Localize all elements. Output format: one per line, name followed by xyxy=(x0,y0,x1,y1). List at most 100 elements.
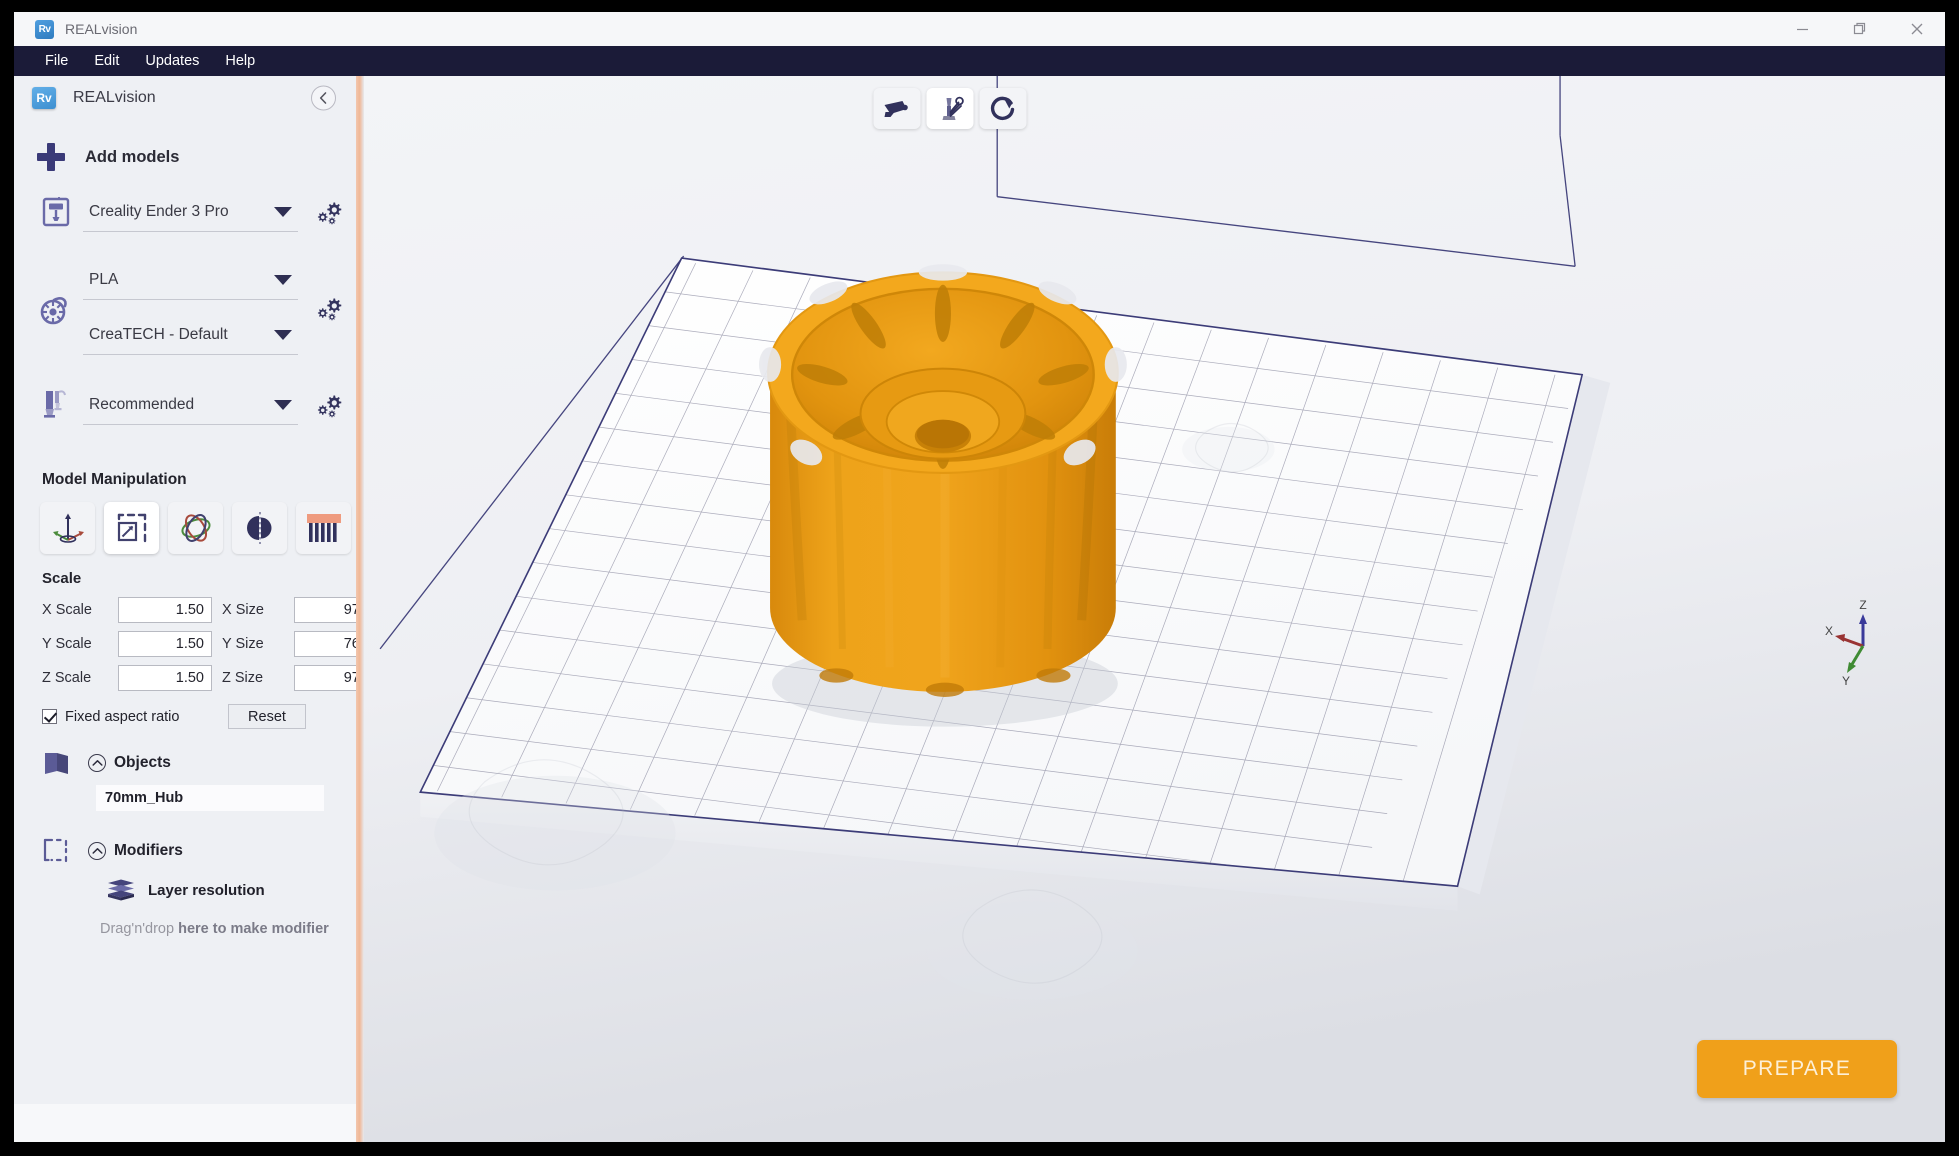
modifiers-title: Modifiers xyxy=(114,842,183,859)
scale-section-title: Scale xyxy=(42,570,82,587)
mirror-tool-button[interactable] xyxy=(232,502,287,554)
z-scale-input[interactable]: 1.50 xyxy=(118,665,212,691)
window-controls xyxy=(1774,12,1945,46)
viewport-toolbar xyxy=(873,88,1026,129)
sidebar-logo-badge: Rv xyxy=(32,87,56,109)
refresh-icon xyxy=(990,96,1015,120)
dropzone-prefix: Drag'n'drop xyxy=(100,921,179,937)
support-bars-icon xyxy=(306,514,341,542)
prepare-button[interactable]: PREPARE xyxy=(1697,1040,1897,1098)
y-size-label: Y Size xyxy=(222,636,264,652)
printer-selector-row: Creality Ender 3 Pro xyxy=(36,190,350,234)
modifiers-collapse-button[interactable] xyxy=(88,842,106,860)
add-models-button[interactable]: Add models xyxy=(14,120,364,180)
quality-dropdown-value: Recommended xyxy=(89,395,195,413)
plus-icon xyxy=(36,142,66,172)
menu-item-file[interactable]: File xyxy=(32,46,81,76)
title-bar: Rv REALvision xyxy=(14,12,1945,46)
printer-settings-button[interactable] xyxy=(308,190,350,234)
material-selector-block: PLA CreaTECH - Default xyxy=(14,260,364,355)
material-selector-row: PLA CreaTECH - Default xyxy=(36,260,350,355)
object-list-item[interactable]: 70mm_Hub xyxy=(96,785,324,811)
light-settings-button[interactable] xyxy=(926,88,973,129)
objects-title: Objects xyxy=(114,754,171,771)
printer-dropdown-value: Creality Ender 3 Pro xyxy=(89,202,229,220)
modifier-frame-icon xyxy=(40,835,74,867)
mirror-icon xyxy=(246,512,271,544)
z-size-label: Z Size xyxy=(222,670,264,686)
y-scale-input[interactable]: 1.50 xyxy=(118,631,212,657)
quality-selector-row: Recommended xyxy=(36,383,350,427)
print-quality-icon xyxy=(36,383,76,427)
menu-item-help[interactable]: Help xyxy=(212,46,268,76)
profile-dropdown[interactable]: CreaTECH - Default xyxy=(83,315,298,355)
chevron-left-icon xyxy=(319,92,327,104)
modifier-list-item[interactable]: Layer resolution xyxy=(106,877,364,903)
menu-item-updates[interactable]: Updates xyxy=(132,46,212,76)
quality-fields: Recommended xyxy=(83,385,308,425)
spotlight-icon xyxy=(942,96,964,120)
per-model-settings-button[interactable] xyxy=(296,502,351,554)
reset-view-button[interactable] xyxy=(979,88,1026,129)
printer-icon xyxy=(36,190,76,234)
maximize-button[interactable] xyxy=(1831,12,1888,46)
quality-settings-button[interactable] xyxy=(308,383,350,427)
3d-viewport[interactable]: Z X Y PREPARE xyxy=(364,76,1945,1142)
sidebar-header: Rv REALvision xyxy=(14,76,364,120)
gears-icon xyxy=(317,202,342,225)
gears-icon xyxy=(317,395,342,418)
camera-icon xyxy=(884,100,908,117)
printer-fields: Creality Ender 3 Pro xyxy=(83,192,308,232)
minimize-button[interactable] xyxy=(1774,12,1831,46)
checkmark-icon xyxy=(42,709,57,724)
modifier-dropzone-hint[interactable]: Drag'n'drop here to make modifier xyxy=(100,921,364,937)
material-settings-button[interactable] xyxy=(308,286,350,330)
caret-down-icon xyxy=(274,206,292,217)
sidebar-resize-handle[interactable] xyxy=(356,76,364,1142)
scale-grid: X Scale 1.50 X Size 97.03 Y Scale 1.50 Y… xyxy=(42,597,388,691)
printer-selector-block: Creality Ender 3 Pro xyxy=(14,190,364,234)
caret-down-icon xyxy=(274,399,292,410)
fixed-aspect-ratio-checkbox[interactable]: Fixed aspect ratio xyxy=(42,709,212,725)
z-scale-label: Z Scale xyxy=(42,670,92,686)
profile-dropdown-value: CreaTECH - Default xyxy=(89,325,228,343)
menu-item-edit[interactable]: Edit xyxy=(81,46,132,76)
camera-view-button[interactable] xyxy=(873,88,920,129)
move-tool-button[interactable] xyxy=(40,502,95,554)
move-axes-icon xyxy=(52,513,84,543)
caret-down-icon xyxy=(274,329,292,340)
x-scale-input[interactable]: 1.50 xyxy=(118,597,212,623)
layers-icon xyxy=(106,877,136,903)
app-logo-badge: Rv xyxy=(35,19,54,39)
material-dropdown[interactable]: PLA xyxy=(83,260,298,300)
chevron-up-icon xyxy=(91,760,103,766)
rotate-tool-button[interactable] xyxy=(168,502,223,554)
quality-selector-block: Recommended xyxy=(14,383,364,427)
material-fields: PLA CreaTECH - Default xyxy=(83,260,308,355)
y-scale-label: Y Scale xyxy=(42,636,92,652)
modifiers-header: Modifiers xyxy=(40,835,364,867)
application-window: Rv REALvision File Edit Updates Help Rv … xyxy=(14,12,1945,1142)
caret-down-icon xyxy=(274,274,292,285)
gears-icon xyxy=(317,298,342,320)
modifier-label: Layer resolution xyxy=(148,881,265,899)
3d-scene xyxy=(364,76,1945,1142)
main-body: Rv REALvision Add models Creality Ender … xyxy=(14,76,1945,1142)
scale-tool-button[interactable] xyxy=(104,502,159,554)
objects-collapse-button[interactable] xyxy=(88,754,106,772)
sidebar-collapse-button[interactable] xyxy=(311,85,336,111)
chevron-up-icon xyxy=(91,848,103,854)
left-sidebar: Rv REALvision Add models Creality Ender … xyxy=(14,76,388,1142)
model-manipulation-toolbar xyxy=(14,502,364,554)
quality-dropdown[interactable]: Recommended xyxy=(83,385,298,425)
rotate-orbit-icon xyxy=(180,514,211,542)
close-button[interactable] xyxy=(1888,12,1945,46)
reset-scale-button[interactable]: Reset xyxy=(228,704,306,729)
filament-spool-icon xyxy=(36,286,76,330)
menu-bar: File Edit Updates Help xyxy=(14,46,1945,76)
scale-icon xyxy=(117,513,146,543)
model-manipulation-title: Model Manipulation xyxy=(42,471,187,488)
model-hub xyxy=(758,264,1127,727)
printer-dropdown[interactable]: Creality Ender 3 Pro xyxy=(83,192,298,232)
window-title: REALvision xyxy=(65,21,138,37)
